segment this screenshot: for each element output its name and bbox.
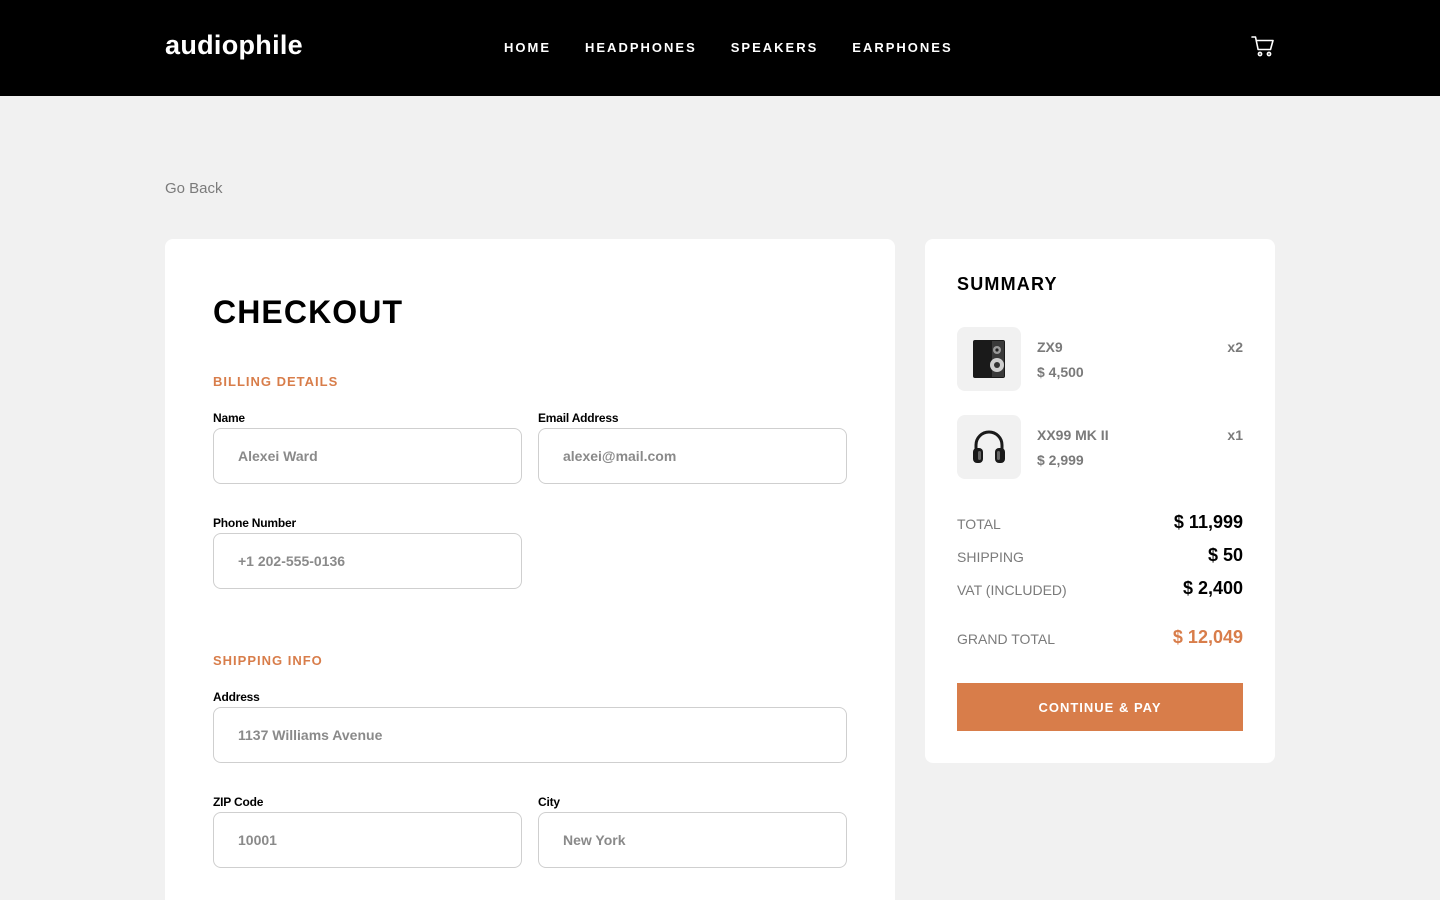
headphones-icon <box>957 415 1021 479</box>
order-summary: SUMMARY ZX9 $ 4,500 x2 XX99 MK II $ 2,99… <box>925 239 1275 763</box>
summary-item: ZX9 $ 4,500 x2 <box>957 327 1243 391</box>
name-label: Name <box>213 411 245 425</box>
phone-input[interactable] <box>213 533 522 589</box>
summary-title: SUMMARY <box>957 274 1058 294</box>
total-value: $ 11,999 <box>1173 512 1243 532</box>
city-label: City <box>538 795 560 809</box>
grand-total-row: GRAND TOTAL $ 12,049 <box>957 627 1243 651</box>
zip-field-group: ZIP Code <box>213 795 522 868</box>
city-field-group: City <box>538 795 847 868</box>
nav-headphones-link[interactable]: HEADPHONES <box>585 40 697 55</box>
item-quantity: x1 <box>1227 427 1243 443</box>
email-field-group: Email Address <box>538 411 847 484</box>
go-back-link[interactable]: Go Back <box>165 180 223 197</box>
billing-details-heading: BILLING DETAILS <box>213 374 339 389</box>
name-input[interactable] <box>213 428 522 484</box>
phone-field-group: Phone Number <box>213 516 522 589</box>
grand-total-value: $ 12,049 <box>1172 627 1243 647</box>
item-quantity: x2 <box>1227 339 1243 355</box>
nav-speakers-link[interactable]: SPEAKERS <box>731 40 819 55</box>
vat-label: VAT (INCLUDED) <box>957 582 1067 598</box>
summary-item: XX99 MK II $ 2,999 x1 <box>957 415 1243 479</box>
grand-total-label: GRAND TOTAL <box>957 631 1056 647</box>
continue-pay-button[interactable]: CONTINUE & PAY <box>957 683 1243 731</box>
address-label: Address <box>213 690 260 704</box>
speaker-icon <box>957 327 1021 391</box>
vat-value: $ 2,400 <box>1182 578 1243 598</box>
item-price: $ 4,500 <box>1037 364 1084 380</box>
main-nav: HOME HEADPHONES SPEAKERS EARPHONES <box>504 40 953 55</box>
zip-input[interactable] <box>213 812 522 868</box>
address-field-group: Address <box>213 690 847 763</box>
item-name: XX99 MK II <box>1037 427 1109 443</box>
nav-home-link[interactable]: HOME <box>504 40 551 55</box>
shipping-row: SHIPPING $ 50 <box>957 545 1243 569</box>
logo[interactable]: audiophile <box>165 30 303 61</box>
phone-label: Phone Number <box>213 516 296 530</box>
vat-row: VAT (INCLUDED) $ 2,400 <box>957 578 1243 602</box>
shipping-info-heading: SHIPPING INFO <box>213 653 323 668</box>
address-input[interactable] <box>213 707 847 763</box>
nav-earphones-link[interactable]: EARPHONES <box>852 40 952 55</box>
zip-label: ZIP Code <box>213 795 264 809</box>
city-input[interactable] <box>538 812 847 868</box>
name-field-group: Name <box>213 411 522 484</box>
checkout-form: CHECKOUT BILLING DETAILS Name Email Addr… <box>165 239 895 900</box>
email-label: Email Address <box>538 411 619 425</box>
cart-icon[interactable] <box>1251 34 1275 58</box>
page-title: CHECKOUT <box>213 294 404 330</box>
email-input[interactable] <box>538 428 847 484</box>
total-label: TOTAL <box>957 516 1001 532</box>
site-header: audiophile HOME HEADPHONES SPEAKERS EARP… <box>0 0 1440 96</box>
shipping-label: SHIPPING <box>957 549 1024 565</box>
total-row: TOTAL $ 11,999 <box>957 512 1243 536</box>
shipping-value: $ 50 <box>1207 545 1243 565</box>
item-price: $ 2,999 <box>1037 452 1084 468</box>
item-name: ZX9 <box>1037 339 1063 355</box>
